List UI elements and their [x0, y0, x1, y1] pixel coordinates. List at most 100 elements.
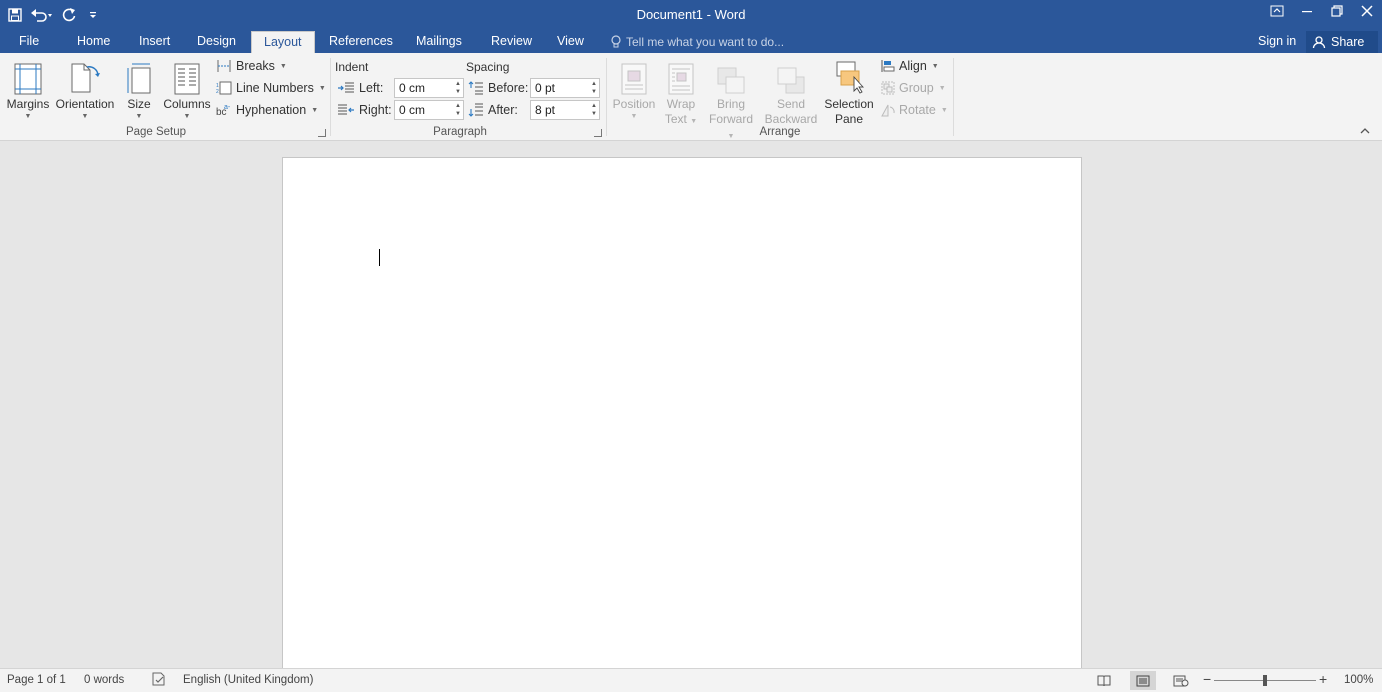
breaks-dropdown-icon: ▼	[279, 62, 287, 70]
hyphenation-button[interactable]: bc a- Hyphenation ▼	[216, 100, 318, 120]
tab-home[interactable]: Home	[77, 31, 110, 53]
indent-left-label: Left:	[337, 78, 383, 98]
zoom-out-icon[interactable]: −	[1203, 671, 1211, 687]
align-button[interactable]: Align ▼	[881, 56, 939, 76]
bring-forward-label-1: Bring	[716, 97, 745, 111]
wrap-text-label-2-text: Text	[664, 112, 687, 126]
tab-design[interactable]: Design	[197, 31, 236, 53]
web-layout-icon[interactable]	[1168, 671, 1194, 690]
indent-right-value: 0 cm	[399, 103, 426, 117]
language-indicator[interactable]: English (United Kingdom)	[183, 674, 313, 686]
indent-left-input[interactable]: 0 cm ▲ ▼	[394, 78, 464, 98]
share-button[interactable]: Share	[1306, 31, 1378, 53]
align-dropdown-icon: ▼	[931, 62, 939, 70]
redo-icon[interactable]	[60, 4, 78, 26]
paragraph-launcher-icon[interactable]	[594, 129, 602, 137]
share-label: Share	[1331, 35, 1365, 49]
align-label: Align	[899, 59, 927, 73]
indent-title: Indent	[335, 60, 369, 74]
size-dropdown-icon: ▼	[135, 113, 143, 120]
send-backward-icon	[777, 57, 805, 95]
document-canvas[interactable]	[0, 141, 1382, 668]
word-count[interactable]: 0 words	[84, 674, 124, 686]
tab-file[interactable]: File	[19, 31, 39, 53]
spacing-before-input[interactable]: 0 pt ▲ ▼	[530, 78, 600, 98]
sign-in-link[interactable]: Sign in	[1258, 31, 1296, 52]
orientation-button[interactable]: Orientation ▼	[54, 57, 116, 121]
position-label: Position	[612, 97, 656, 111]
size-button[interactable]: Size ▼	[122, 57, 156, 121]
collapse-ribbon-icon[interactable]	[1360, 127, 1370, 138]
orientation-label: Orientation	[55, 97, 115, 111]
page-setup-launcher-icon[interactable]	[318, 129, 326, 137]
wrap-text-button[interactable]: Wrap Text ▼	[662, 57, 700, 127]
tell-me-text: Tell me what you want to do...	[626, 34, 785, 49]
indent-right-input[interactable]: 0 cm ▲ ▼	[394, 100, 464, 120]
tab-insert[interactable]: Insert	[139, 31, 170, 53]
minimize-icon[interactable]	[1292, 0, 1322, 22]
columns-button[interactable]: Columns ▼	[162, 57, 212, 121]
bring-forward-icon	[717, 57, 745, 95]
rotate-icon	[881, 104, 895, 117]
proofing-icon[interactable]	[151, 672, 167, 689]
group-divider	[606, 58, 607, 136]
customize-qat-icon[interactable]	[84, 4, 102, 26]
spacing-after-icon	[468, 103, 483, 117]
zoom-slider-thumb[interactable]	[1263, 675, 1267, 686]
margins-button[interactable]: Margins ▼	[6, 57, 50, 121]
orientation-icon	[69, 57, 101, 95]
tab-review[interactable]: Review	[491, 31, 532, 53]
line-numbers-icon: 12	[216, 81, 232, 95]
selection-pane-icon	[834, 57, 864, 95]
rotate-label: Rotate	[899, 103, 936, 117]
selection-pane-label-2: Pane	[834, 112, 864, 126]
indent-right-label: Right:	[337, 100, 392, 120]
wrap-text-icon	[668, 57, 694, 95]
spacing-before-spinner-icon[interactable]: ▲ ▼	[591, 80, 597, 96]
tab-mailings[interactable]: Mailings	[416, 31, 462, 53]
selection-pane-button[interactable]: Selection Pane	[822, 57, 876, 127]
indent-right-text: Right:	[359, 103, 392, 117]
columns-dropdown-icon: ▼	[183, 113, 191, 120]
tab-references[interactable]: References	[329, 31, 393, 53]
spacing-after-text: After:	[488, 103, 518, 117]
arrange-group-label: Arrange	[759, 126, 801, 138]
tab-layout[interactable]: Layout	[251, 31, 315, 54]
breaks-button[interactable]: Breaks ▼	[216, 56, 287, 76]
spacing-after-value: 8 pt	[535, 103, 556, 117]
spacing-title: Spacing	[466, 60, 510, 74]
zoom-level[interactable]: 100%	[1344, 674, 1373, 686]
hyphenation-icon: bca-	[216, 104, 231, 117]
margins-label: Margins	[6, 97, 50, 111]
group-icon	[881, 81, 895, 95]
spacing-after-spinner-icon[interactable]: ▲ ▼	[591, 102, 597, 118]
indent-left-spinner-icon[interactable]: ▲ ▼	[455, 80, 461, 96]
window-title: Document1 - Word	[636, 7, 746, 22]
group-button[interactable]: Group ▼	[881, 78, 946, 98]
tell-me-search[interactable]: Tell me what you want to do...	[611, 31, 784, 53]
rotate-button[interactable]: Rotate ▼	[881, 100, 948, 120]
save-icon[interactable]	[6, 4, 24, 26]
document-page[interactable]	[282, 157, 1082, 668]
line-numbers-dropdown-icon: ▼	[318, 84, 326, 92]
rotate-dropdown-icon: ▼	[940, 106, 948, 114]
paragraph-group-label: Paragraph	[433, 126, 487, 138]
breaks-icon	[217, 60, 231, 72]
tab-view[interactable]: View	[557, 31, 584, 53]
align-icon	[881, 60, 895, 72]
group-divider	[953, 58, 954, 136]
indent-right-spinner-icon[interactable]: ▲ ▼	[455, 102, 461, 118]
read-mode-icon[interactable]	[1091, 671, 1117, 690]
ribbon-display-options-icon[interactable]	[1262, 0, 1292, 22]
close-icon[interactable]	[1352, 0, 1382, 22]
position-button[interactable]: Position ▼	[610, 57, 658, 121]
line-numbers-button[interactable]: 12 Line Numbers ▼	[216, 78, 326, 98]
breaks-label: Breaks	[236, 59, 275, 73]
page-count[interactable]: Page 1 of 1	[7, 674, 66, 686]
spacing-after-input[interactable]: 8 pt ▲ ▼	[530, 100, 600, 120]
restore-icon[interactable]	[1322, 0, 1352, 22]
bring-forward-dropdown-icon: ▼	[727, 133, 735, 140]
zoom-in-icon[interactable]: +	[1319, 671, 1327, 687]
undo-icon[interactable]	[30, 4, 54, 26]
print-layout-icon[interactable]	[1130, 671, 1156, 690]
